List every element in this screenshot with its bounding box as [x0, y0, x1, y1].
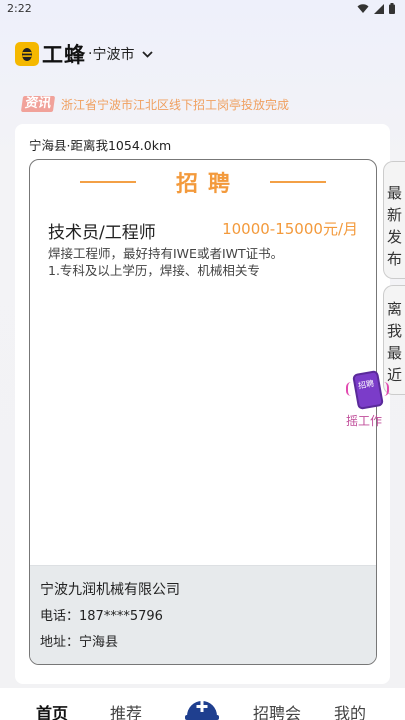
job-location-distance: 宁海县·距离我1054.0km: [29, 138, 172, 153]
job-card[interactable]: 宁海县·距离我1054.0km 招聘 技术员/工程师 10000-15000元/…: [15, 124, 390, 684]
hardhat-plus-icon: [185, 701, 219, 720]
tab-latest-char: 发: [386, 228, 402, 246]
decor-line-right: [270, 181, 326, 183]
poster-header: 招聘: [30, 160, 376, 204]
chevron-down-icon[interactable]: [142, 50, 154, 58]
company-name: 宁波九润机械有限公司: [40, 582, 180, 598]
battery-icon: [389, 3, 395, 14]
nav-home[interactable]: 首页: [36, 700, 68, 720]
shake-job-button[interactable]: 招聘 摇工作: [346, 368, 392, 432]
app-logo-text: 工蜂: [42, 43, 86, 67]
phone-icon: 招聘: [352, 370, 384, 410]
status-time: 2:22: [7, 2, 32, 15]
shake-job-label: 摇工作: [346, 414, 383, 428]
news-tag: 资讯: [20, 96, 56, 112]
company-info: 宁波九润机械有限公司 电话：187****5796 地址：宁海县: [30, 565, 376, 664]
tab-nearest-char: 离: [386, 300, 402, 318]
tab-nearest-char: 我: [386, 322, 402, 340]
tab-latest-char: 布: [386, 250, 402, 268]
job-salary: 10000-15000元/月: [222, 220, 358, 238]
tab-nearest-char: 最: [386, 344, 402, 362]
status-bar: 2:22: [0, 0, 405, 18]
company-phone[interactable]: 电话：187****5796: [40, 605, 163, 624]
job-description-line: 焊接工程师，最好持有IWE或者IWT证书。: [48, 246, 284, 261]
bee-logo-icon: [15, 42, 39, 66]
app-header: 工蜂 · 宁波市: [15, 38, 154, 70]
shake-wave-icon: [346, 382, 351, 396]
status-icons: [357, 3, 395, 14]
job-title: 技术员/工程师: [48, 223, 156, 243]
news-text[interactable]: 浙江省宁波市江北区线下招工岗亭投放完成: [61, 96, 289, 113]
screen: 2:22 工蜂 · 宁波市 资讯 浙江省宁波市江北区线下招工岗亭投放完成 宁海县…: [0, 0, 405, 720]
tab-latest-posts[interactable]: 最 新 发 布: [383, 161, 405, 279]
nav-mine[interactable]: 我的: [334, 700, 366, 720]
tab-latest-char: 最: [386, 184, 402, 202]
shake-phone-text: 招聘: [357, 378, 375, 391]
post-job-button[interactable]: [184, 690, 220, 720]
nav-recommend[interactable]: 推荐: [110, 700, 142, 720]
city-selector[interactable]: 宁波市: [92, 44, 134, 64]
news-ticker[interactable]: 资讯 浙江省宁波市江北区线下招工岗亭投放完成: [20, 94, 289, 114]
tab-latest-char: 新: [386, 206, 402, 224]
bottom-nav: 首页 推荐 招聘会 我的: [0, 688, 405, 720]
wifi-icon: [357, 3, 369, 13]
poster-title: 招聘: [175, 172, 240, 197]
job-description: 焊接工程师，最好持有IWE或者IWT证书。 1.专科及以上学历，焊接、机械相关专: [48, 245, 366, 279]
company-address: 地址：宁海县: [40, 635, 119, 650]
job-poster[interactable]: 招聘 技术员/工程师 10000-15000元/月 焊接工程师，最好持有IWE或…: [29, 159, 377, 665]
decor-line-left: [79, 181, 136, 183]
signal-icon: [374, 3, 384, 14]
job-description-line: 1.专科及以上学历，焊接、机械相关专: [48, 263, 260, 278]
nav-job-fair[interactable]: 招聘会: [253, 700, 301, 720]
shake-wave-icon: [384, 382, 389, 396]
